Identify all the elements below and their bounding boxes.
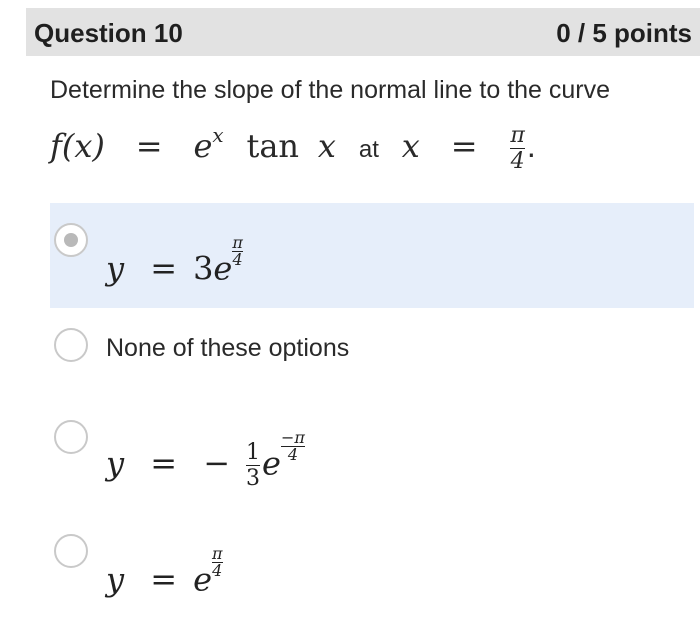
radio-button-c[interactable] [54,420,88,454]
question-points: 0 / 5 points [556,18,692,48]
question-formula: f(x) = ex tan x at x = π4 . [50,123,536,175]
answer-option-b[interactable]: None of these options [50,320,694,380]
radio-button-a[interactable] [54,223,88,257]
question-title: Question 10 [34,18,183,48]
question-header: Question 10 0 / 5 points [26,8,700,56]
answer-option-c[interactable]: y = −1 3 e −π 4 [50,412,694,492]
pi-over-4-fraction: π4 [510,123,525,175]
radio-selected-dot [64,233,78,247]
radio-button-b[interactable] [54,328,88,362]
option-a-label: y = 3e π 4 [106,233,243,288]
option-d-label: y = e π 4 [106,544,223,599]
radio-button-d[interactable] [54,534,88,568]
question-text: Determine the slope of the normal line t… [50,76,611,104]
answer-option-a[interactable]: y = 3e π 4 [50,203,694,308]
option-b-label: None of these options [106,334,350,362]
option-c-label: y = −1 3 e −π 4 [106,428,305,492]
answer-option-d[interactable]: y = e π 4 [50,528,694,608]
